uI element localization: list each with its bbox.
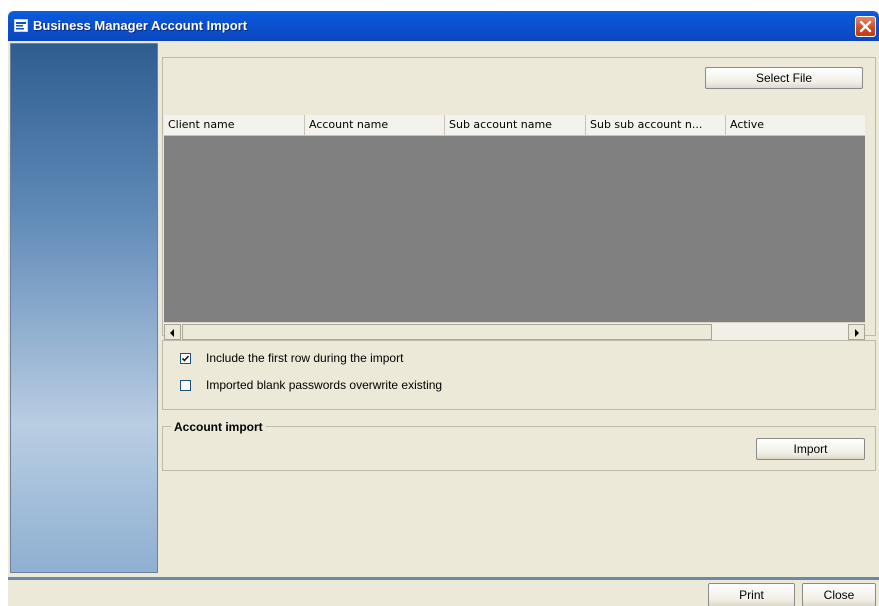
app-icon — [14, 19, 28, 32]
include-first-row-label: Include the first row during the import — [206, 351, 404, 365]
close-icon — [859, 20, 872, 33]
select-file-button[interactable]: Select File — [705, 67, 863, 89]
arrow-right-icon — [855, 329, 859, 337]
checkmark-icon — [181, 355, 190, 362]
side-panel — [10, 43, 158, 573]
bottom-bar: Print Close — [8, 577, 879, 606]
file-grid-panel: Select File Client name Account name Sub… — [162, 57, 876, 341]
column-header[interactable]: Account name — [305, 115, 445, 135]
column-header[interactable]: Sub account name — [445, 115, 586, 135]
blank-passwords-checkbox[interactable] — [180, 380, 191, 391]
scroll-thumb[interactable] — [182, 324, 712, 340]
account-import-group: Account import Import — [162, 420, 876, 471]
close-button[interactable]: Close — [802, 583, 876, 606]
include-first-row-checkbox[interactable] — [180, 353, 191, 364]
import-button[interactable]: Import — [756, 438, 865, 460]
scroll-left-button[interactable] — [164, 324, 181, 340]
column-header[interactable]: Sub sub account n... — [586, 115, 726, 135]
account-import-title: Account import — [171, 420, 266, 434]
grid-header: Client name Account name Sub account nam… — [164, 115, 865, 136]
blank-passwords-label: Imported blank passwords overwrite exist… — [206, 378, 443, 392]
scroll-right-button[interactable] — [848, 324, 865, 340]
options-panel: Include the first row during the import … — [162, 340, 876, 410]
grid-body[interactable] — [164, 136, 865, 322]
column-header[interactable]: Active — [726, 115, 865, 135]
window-close-button[interactable] — [855, 16, 876, 37]
arrow-left-icon — [170, 329, 174, 337]
accounts-grid[interactable]: Client name Account name Sub account nam… — [164, 115, 865, 341]
horizontal-scrollbar[interactable] — [164, 322, 865, 341]
column-header[interactable]: Client name — [164, 115, 305, 135]
print-button[interactable]: Print — [708, 583, 795, 606]
window-title: Business Manager Account Import — [33, 18, 248, 33]
app-window: Business Manager Account Import Select F… — [8, 11, 879, 606]
title-bar[interactable]: Business Manager Account Import — [8, 11, 879, 41]
